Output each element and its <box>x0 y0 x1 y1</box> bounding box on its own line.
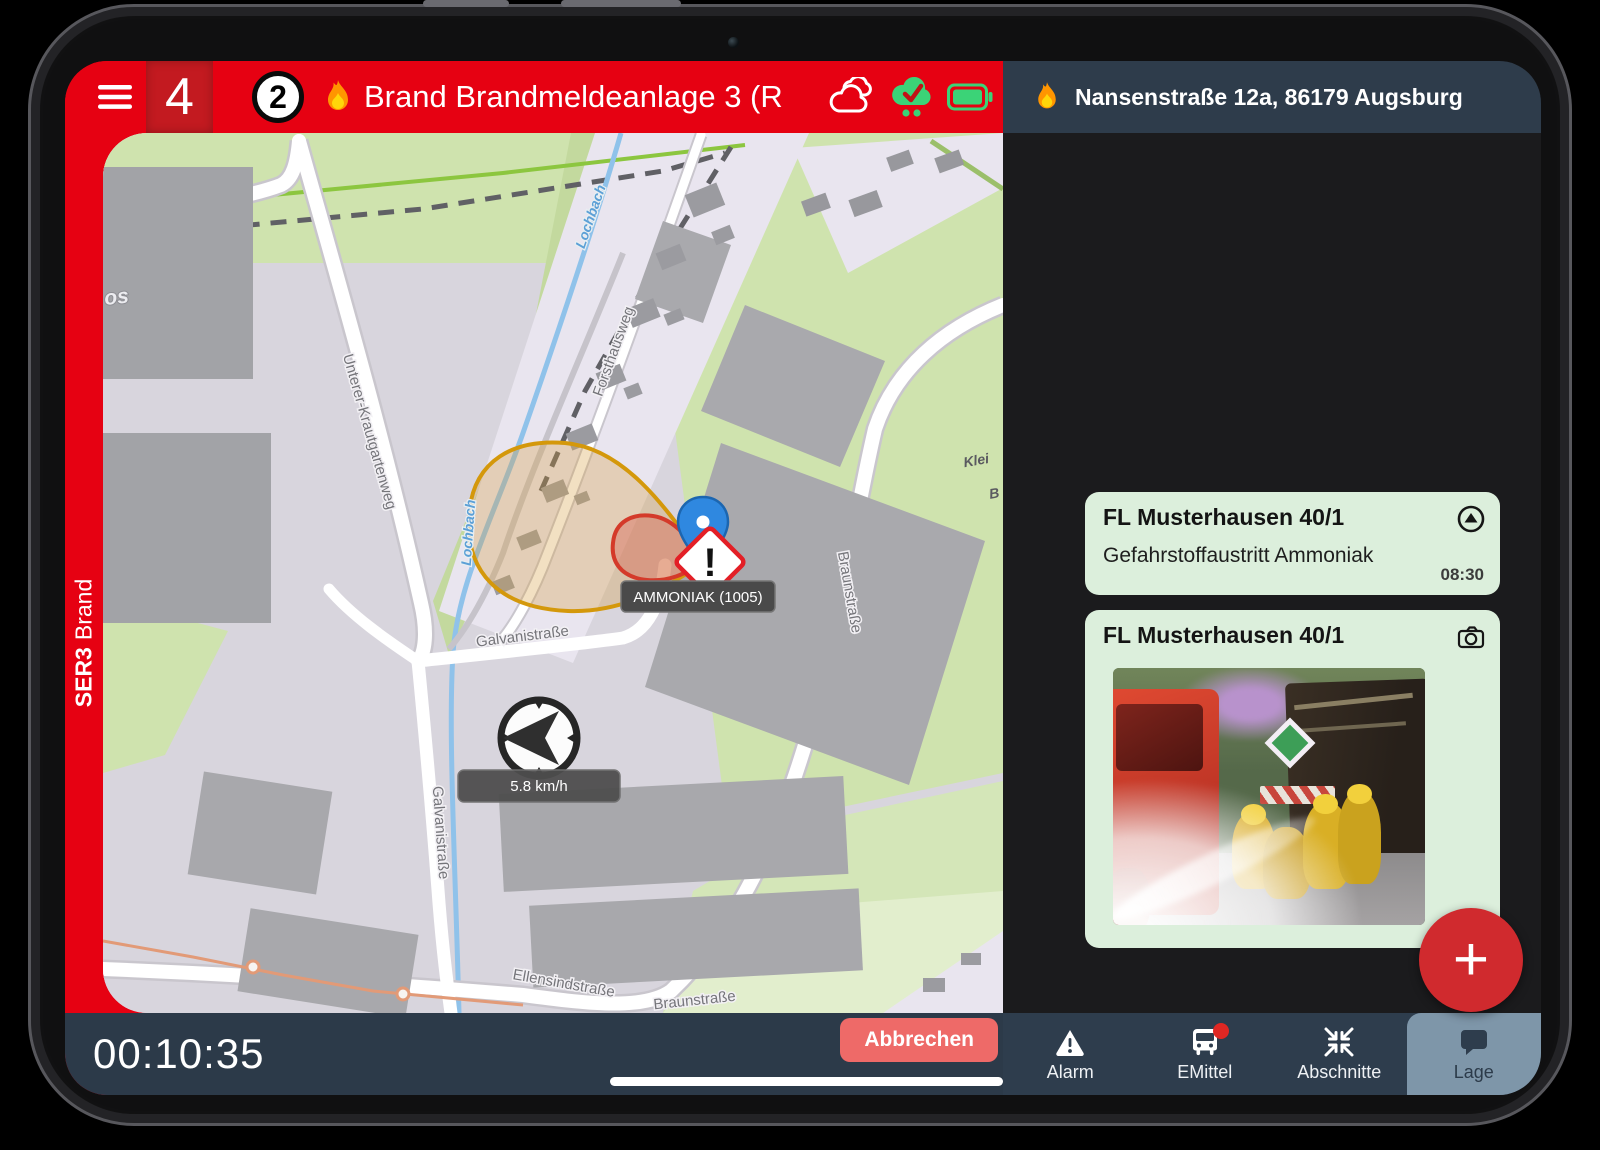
home-indicator[interactable] <box>610 1077 1003 1086</box>
alarm-type-strip: SER3 Brand <box>65 133 103 1013</box>
alarm-title: Brand Brandmeldeanlage 3 (R <box>364 79 783 115</box>
map-section: 4 2 Brand Brandmeldeanlage 3 (R <box>65 61 1003 1095</box>
tab-alarm[interactable]: Alarm <box>1003 1013 1138 1095</box>
feed-panel: Nansenstraße 12a, 86179 Augsburg FL Must… <box>1003 61 1541 1095</box>
cancel-button[interactable]: Abbrechen <box>840 1018 998 1062</box>
photo-van-window <box>1116 704 1203 771</box>
warning-triangle-icon <box>1053 1026 1087 1058</box>
alarm-type-label: SER3 Brand <box>71 579 98 707</box>
incident-address: Nansenstraße 12a, 86179 Augsburg <box>1075 84 1463 111</box>
unit-code: SER3 <box>71 647 97 707</box>
notification-badge <box>1213 1023 1229 1039</box>
tab-label: EMittel <box>1177 1062 1232 1083</box>
tab-label: Lage <box>1454 1062 1494 1083</box>
map-svg: Unterer-Krautgartenweg Forsthausweg Galv… <box>103 133 1003 1013</box>
alarm-count-box[interactable]: 4 <box>146 61 213 133</box>
hazard-label: AMMONIAK (1005) <box>633 589 762 606</box>
alarm-kind: Brand <box>71 579 97 640</box>
partial-label-os: os <box>103 285 130 310</box>
tab-lage[interactable]: Lage <box>1407 1013 1542 1095</box>
flame-icon <box>322 79 354 115</box>
plus-icon: + <box>1453 929 1489 991</box>
tab-abschnitte[interactable]: Abschnitte <box>1272 1013 1407 1095</box>
message-unit: FL Musterhausen 40/1 <box>1103 622 1344 649</box>
message-time: 08:30 <box>1441 565 1484 585</box>
message-text: Gefahrstoffaustritt Ammoniak <box>1103 544 1373 568</box>
app-screen: 4 2 Brand Brandmeldeanlage 3 (R <box>65 61 1541 1095</box>
menu-icon[interactable] <box>98 84 132 110</box>
tablet-device-frame: 4 2 Brand Brandmeldeanlage 3 (R <box>28 4 1572 1126</box>
alarm-count: 4 <box>165 67 194 127</box>
screenshot-stage: 4 2 Brand Brandmeldeanlage 3 (R <box>0 0 1600 1150</box>
add-entry-fab[interactable]: + <box>1419 908 1523 1012</box>
tab-label: Alarm <box>1047 1062 1094 1083</box>
arrow-up-circle-icon[interactable] <box>1456 504 1486 534</box>
tab-bar: Alarm EMittel <box>1003 1013 1541 1095</box>
hazard-label-box: AMMONIAK (1005) <box>621 581 775 612</box>
map-canvas[interactable]: Unterer-Krautgartenweg Forsthausweg Galv… <box>103 133 1003 1013</box>
weather-cloud-icon[interactable] <box>827 77 877 117</box>
svg-text:!: ! <box>703 541 716 585</box>
wind-speed-label: 5.8 km/h <box>510 778 568 795</box>
volume-button-2 <box>561 0 681 7</box>
battery-full-icon <box>947 81 993 113</box>
address-bar: Nansenstraße 12a, 86179 Augsburg <box>1003 61 1541 133</box>
elapsed-timer: 00:10:35 <box>93 1030 265 1078</box>
tab-label: Abschnitte <box>1297 1062 1381 1083</box>
wind-direction-widget <box>501 699 577 777</box>
placard-green-diamond <box>1272 725 1308 761</box>
volume-button-1 <box>423 0 509 7</box>
photo-helmet <box>1347 784 1372 805</box>
badge-counter[interactable]: 2 <box>252 71 304 123</box>
alarm-topbar: 4 2 Brand Brandmeldeanlage 3 (R <box>65 61 1003 133</box>
photo-message-card[interactable]: FL Musterhausen 40/1 <box>1085 610 1500 948</box>
badge-count: 2 <box>269 79 287 116</box>
flame-icon <box>1033 81 1061 113</box>
incident-photo[interactable] <box>1113 668 1425 925</box>
collapse-arrows-icon <box>1323 1026 1355 1058</box>
cloud-sync-ok-icon[interactable] <box>892 75 932 119</box>
camera-icon[interactable] <box>1456 622 1486 652</box>
message-card[interactable]: FL Musterhausen 40/1 Gefahrstoffaustritt… <box>1085 492 1500 595</box>
message-unit: FL Musterhausen 40/1 <box>1103 504 1344 531</box>
front-camera <box>728 37 739 48</box>
tab-emittel[interactable]: EMittel <box>1138 1013 1273 1095</box>
chat-bubble-icon <box>1458 1026 1490 1058</box>
wind-speed-box: 5.8 km/h <box>458 770 620 802</box>
